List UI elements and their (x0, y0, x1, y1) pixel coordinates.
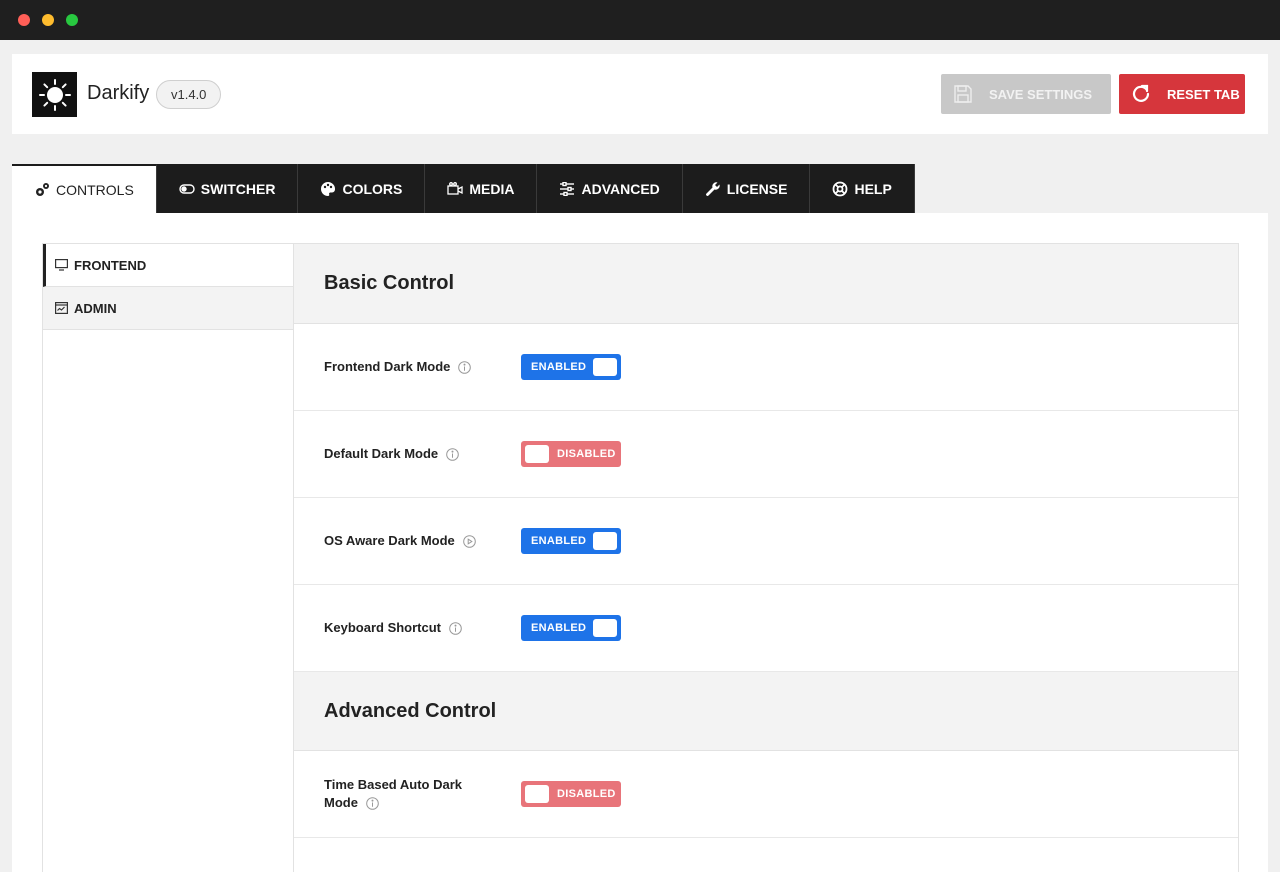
toggle-state: ENABLED (531, 622, 587, 634)
play-circle-icon[interactable] (462, 535, 476, 548)
tab-license[interactable]: LICENSE (682, 164, 811, 214)
refresh-icon (1131, 84, 1151, 104)
toggle-state: ENABLED (531, 361, 587, 373)
tab-label: CONTROLS (56, 182, 134, 198)
toggle-icon (179, 183, 195, 195)
tab-label: LICENSE (726, 181, 788, 197)
toggle-knob (593, 358, 617, 376)
info-icon[interactable] (446, 448, 459, 461)
wrench-icon (705, 181, 721, 197)
gears-icon (34, 182, 50, 198)
toggle-knob (593, 619, 617, 637)
save-settings-button[interactable]: SAVE SETTINGS (941, 74, 1111, 114)
version-badge: v1.4.0 (156, 80, 222, 109)
frontend-dark-mode-toggle[interactable]: ENABLED (521, 354, 621, 380)
toggle-state: DISABLED (557, 788, 616, 800)
maximize-window-button[interactable] (66, 14, 78, 26)
keyboard-shortcut-toggle[interactable]: ENABLED (521, 615, 621, 641)
tab-advanced[interactable]: ADVANCED (537, 164, 683, 214)
monitor-icon (55, 259, 68, 271)
toggle-knob (525, 445, 549, 463)
toggle-state: DISABLED (557, 448, 616, 460)
info-icon[interactable] (458, 361, 472, 374)
info-icon[interactable] (449, 622, 462, 635)
setting-row-keyboard-shortcut: Keyboard Shortcut ENABLED (294, 585, 1238, 672)
floppy-disk-icon (953, 84, 973, 104)
setting-label: Time Based Auto Dark Mode (324, 777, 462, 810)
setting-row-os-aware-dark-mode: OS Aware Dark Mode ENABLED (294, 498, 1238, 585)
time-based-auto-dark-mode-toggle[interactable]: DISABLED (521, 781, 621, 807)
tab-media[interactable]: MEDIA (425, 164, 538, 214)
os-aware-dark-mode-toggle[interactable]: ENABLED (521, 528, 621, 554)
setting-label: Default Dark Mode (324, 446, 439, 461)
tab-controls[interactable]: CONTROLS (12, 164, 157, 214)
setting-label: Frontend Dark Mode (324, 359, 451, 374)
section-subnav: FRONTEND ADMIN (42, 243, 294, 872)
settings-content: Basic Control Frontend Dark Mode ENABLED… (293, 243, 1239, 872)
setting-label: Keyboard Shortcut (324, 620, 442, 635)
setting-row-frontend-dark-mode: Frontend Dark Mode ENABLED (294, 324, 1238, 411)
sun-logo-icon (32, 72, 77, 117)
subnav-item-frontend[interactable]: FRONTEND (43, 244, 293, 287)
tab-label: MEDIA (469, 181, 515, 197)
tab-label: SWITCHER (200, 181, 276, 197)
app-title: Darkify (87, 82, 150, 104)
subnav-label: ADMIN (74, 300, 117, 316)
toggle-knob (593, 532, 617, 550)
toggle-state: ENABLED (531, 535, 587, 547)
main-tabs: CONTROLS SWITCHER COLORS MEDIA ADVANCED … (12, 164, 915, 214)
reset-tab-button[interactable]: RESET TAB (1119, 74, 1245, 114)
default-dark-mode-toggle[interactable]: DISABLED (521, 441, 621, 467)
save-settings-label: SAVE SETTINGS (989, 86, 1093, 102)
subnav-label: FRONTEND (74, 257, 147, 273)
tab-help[interactable]: HELP (810, 164, 915, 214)
media-icon (447, 182, 464, 196)
subnav-item-admin[interactable]: ADMIN (43, 287, 293, 330)
setting-row-default-dark-mode: Default Dark Mode DISABLED (294, 411, 1238, 498)
plugin-header: Darkify v1.4.0 SAVE SETTINGS RESET TAB (12, 54, 1268, 134)
tab-label: COLORS (342, 181, 403, 197)
section-title-basic: Basic Control (294, 244, 1238, 324)
tab-label: HELP (854, 181, 892, 197)
palette-icon (320, 181, 336, 197)
close-window-button[interactable] (18, 14, 30, 26)
tab-colors[interactable]: COLORS (298, 164, 426, 214)
section-title-advanced: Advanced Control (294, 672, 1238, 751)
tab-label: ADVANCED (581, 181, 660, 197)
info-icon[interactable] (366, 797, 379, 810)
window-titlebar (0, 0, 1280, 40)
minimize-window-button[interactable] (42, 14, 54, 26)
lifebuoy-icon (832, 181, 848, 197)
reset-tab-label: RESET TAB (1167, 86, 1240, 102)
tab-switcher[interactable]: SWITCHER (156, 164, 299, 214)
dashboard-icon (55, 302, 68, 314)
setting-label: OS Aware Dark Mode (324, 533, 455, 548)
toggle-knob (525, 785, 549, 803)
setting-row-time-based-auto-dark-mode: Time Based Auto Dark Mode DISABLED (294, 751, 1238, 838)
sliders-icon (559, 182, 575, 196)
